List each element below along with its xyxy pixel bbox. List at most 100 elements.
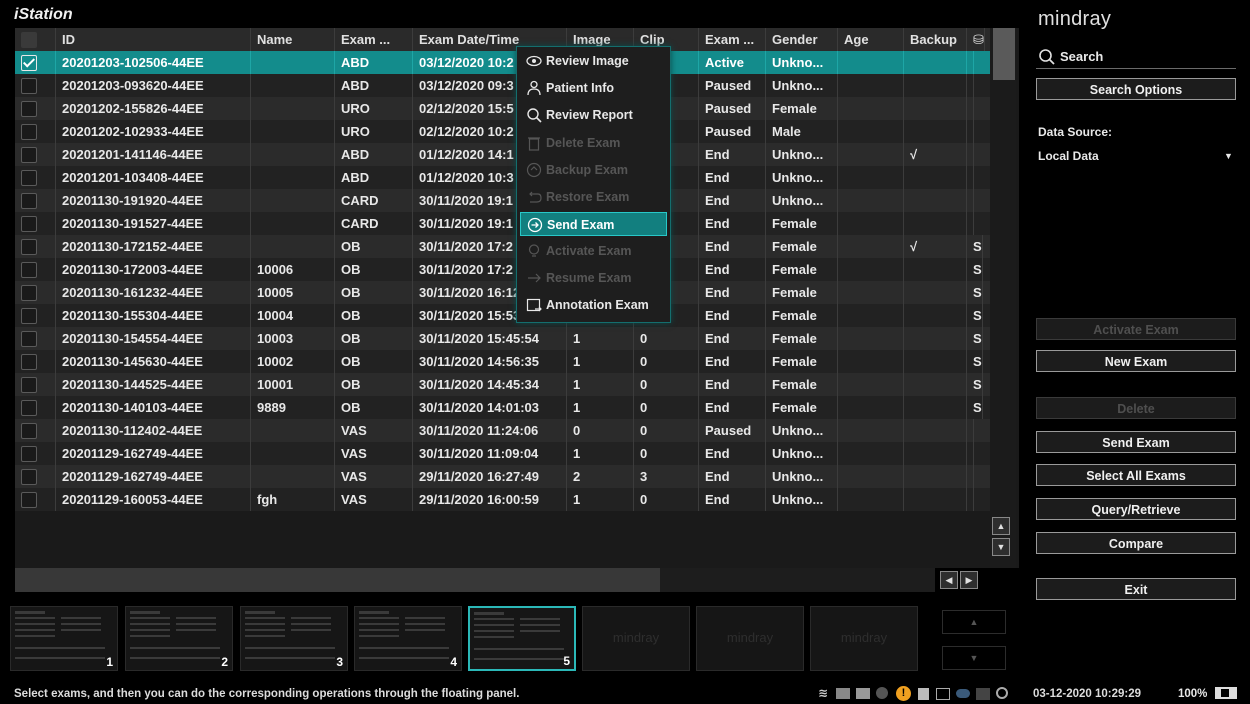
table-row[interactable]: 20201130-112402-44EE VAS 30/11/2020 11:24:… — [15, 419, 990, 442]
row-checkbox[interactable] — [21, 308, 37, 324]
table-row[interactable]: 20201130-172152-44EE OB 30/11/2020 17:2 End… — [15, 235, 990, 258]
menu-item-patient-info[interactable]: Patient Info — [520, 76, 667, 100]
table-row[interactable]: 20201130-140103-44EE 9889 OB 30/11/2020 14:… — [15, 396, 990, 419]
menu-item-delete-exam[interactable]: Delete Exam — [520, 131, 667, 155]
row-checkbox[interactable] — [21, 446, 37, 462]
row-checkbox[interactable] — [21, 377, 37, 393]
exit-button[interactable]: Exit — [1036, 578, 1236, 600]
thumb-page-up-button[interactable]: ▲ — [942, 610, 1006, 634]
battery-level: 100% — [1178, 688, 1208, 700]
row-checkbox[interactable] — [21, 423, 37, 439]
table-row[interactable]: 20201202-102933-44EE URO 02/12/2020 10:2 Pa… — [15, 120, 990, 143]
network-icon — [836, 688, 850, 699]
scroll-down-button[interactable]: ▼ — [992, 538, 1010, 556]
row-checkbox[interactable] — [21, 55, 37, 71]
menu-item-backup-exam[interactable]: Backup Exam — [520, 158, 667, 182]
cell-name — [251, 419, 335, 442]
table-row[interactable]: 20201129-162749-44EE VAS 29/11/2020 16:27:… — [15, 465, 990, 488]
column-header[interactable]: Backup — [904, 28, 967, 51]
cell-extra: S — [967, 327, 983, 350]
person-icon — [527, 80, 541, 96]
row-checkbox[interactable] — [21, 124, 37, 140]
table-row[interactable]: 20201130-191920-44EE CARD 30/11/2020 19:1 E… — [15, 189, 990, 212]
menu-item-activate-exam[interactable]: Activate Exam — [520, 239, 667, 263]
table-row[interactable]: 20201130-191527-44EE CARD 30/11/2020 19:1 E… — [15, 212, 990, 235]
column-header[interactable]: Gender — [766, 28, 838, 51]
row-checkbox[interactable] — [21, 170, 37, 186]
select-all-checkbox[interactable] — [21, 32, 37, 48]
row-checkbox[interactable] — [21, 101, 37, 117]
menu-item-restore-exam[interactable]: Restore Exam — [520, 185, 667, 209]
warning-icon[interactable]: ! — [896, 686, 911, 701]
horizontal-scroll-thumb[interactable] — [15, 568, 660, 592]
image-thumbnail[interactable]: 2 — [125, 606, 233, 671]
select-all-examsbutton[interactable]: Select All Exams — [1036, 464, 1236, 486]
row-checkbox[interactable] — [21, 193, 37, 209]
menu-item-label: Patient Info — [546, 81, 615, 95]
column-header[interactable]: Name — [251, 28, 335, 51]
table-row[interactable]: 20201201-103408-44EE ABD 01/12/2020 10:3 En… — [15, 166, 990, 189]
row-checkbox[interactable] — [21, 400, 37, 416]
table-row[interactable]: 20201130-144525-44EE 10001 OB 30/11/2020 14… — [15, 373, 990, 396]
menu-item-review-report[interactable]: Review Report — [520, 103, 667, 127]
image-thumbnail[interactable]: 4 — [354, 606, 462, 671]
scroll-left-button[interactable]: ◀ — [940, 571, 958, 589]
table-row[interactable]: 20201203-093620-44EE ABD 03/12/2020 09:3 Pa… — [15, 74, 990, 97]
empty-thumbnail-slot: mindray — [582, 606, 690, 671]
vertical-scroll-thumb[interactable] — [993, 28, 1015, 80]
column-header[interactable]: ID — [56, 28, 251, 51]
cell-id: 20201202-155826-44EE — [56, 97, 251, 120]
search-box[interactable]: Search — [1036, 44, 1236, 70]
query-retrievebutton[interactable]: Query/Retrieve — [1036, 498, 1236, 520]
data-source-select[interactable]: Local Data ▼ — [1036, 146, 1236, 168]
table-row[interactable]: 20201201-141146-44EE ABD 01/12/2020 14:1 En… — [15, 143, 990, 166]
cell-status: Paused — [699, 419, 766, 442]
row-checkbox[interactable] — [21, 262, 37, 278]
table-row[interactable]: 20201129-160053-44EE fgh VAS 29/11/2020 16:… — [15, 488, 990, 511]
table-row[interactable]: 20201203-102506-44EE ABD 03/12/2020 10:2 Ac… — [15, 51, 990, 74]
cell-status: Paused — [699, 120, 766, 143]
deletebutton[interactable]: Delete — [1036, 397, 1236, 419]
row-checkbox[interactable] — [21, 492, 37, 508]
row-checkbox[interactable] — [21, 78, 37, 94]
table-row[interactable]: 20201202-155826-44EE URO 02/12/2020 15:5 Pa… — [15, 97, 990, 120]
menu-item-annotation-exam[interactable]: Annotation Exam — [520, 293, 667, 317]
table-row[interactable]: 20201130-145630-44EE 10002 OB 30/11/2020 14… — [15, 350, 990, 373]
table-row[interactable]: 20201130-161232-44EE 10005 OB 30/11/2020 16… — [15, 281, 990, 304]
search-options-button[interactable]: Search Options — [1036, 78, 1236, 100]
column-header[interactable]: ⛁ — [967, 28, 985, 51]
row-checkbox[interactable] — [21, 147, 37, 163]
comparebutton[interactable]: Compare — [1036, 532, 1236, 554]
row-checkbox[interactable] — [21, 285, 37, 301]
image-thumbnail[interactable]: 1 — [10, 606, 118, 671]
cell-id: 20201129-162749-44EE — [56, 442, 251, 465]
table-row[interactable]: 20201130-172003-44EE 10006 OB 30/11/2020 17… — [15, 258, 990, 281]
row-checkbox[interactable] — [21, 239, 37, 255]
menu-item-review-image[interactable]: Review Image — [520, 49, 667, 73]
column-header[interactable]: Exam ... — [699, 28, 766, 51]
image-thumbnail[interactable]: 3 — [240, 606, 348, 671]
column-header[interactable]: Exam ... — [335, 28, 413, 51]
row-checkbox[interactable] — [21, 354, 37, 370]
image-thumbnail[interactable]: 5 — [468, 606, 576, 671]
table-row[interactable]: 20201130-154554-44EE 10003 OB 30/11/2020 15… — [15, 327, 990, 350]
table-row[interactable]: 20201130-155304-44EE 10004 OB 30/11/2020 15… — [15, 304, 990, 327]
scroll-right-button[interactable]: ▶ — [960, 571, 978, 589]
column-header[interactable]: Age — [838, 28, 904, 51]
cell-status: Paused — [699, 97, 766, 120]
row-checkbox[interactable] — [21, 469, 37, 485]
activate-exambutton[interactable]: Activate Exam — [1036, 318, 1236, 340]
send-exambutton[interactable]: Send Exam — [1036, 431, 1236, 453]
cell-id: 20201130-145630-44EE — [56, 350, 251, 373]
vertical-scrollbar[interactable] — [990, 28, 1016, 568]
cell-id: 20201129-162749-44EE — [56, 465, 251, 488]
menu-item-send-exam[interactable]: Send Exam — [520, 212, 667, 236]
new-exambutton[interactable]: New Exam — [1036, 350, 1236, 372]
thumb-page-down-button[interactable]: ▼ — [942, 646, 1006, 670]
data-source-label: Data Source: — [1038, 125, 1113, 139]
row-checkbox[interactable] — [21, 216, 37, 232]
table-row[interactable]: 20201129-162749-44EE VAS 30/11/2020 11:09:… — [15, 442, 990, 465]
menu-item-resume-exam[interactable]: Resume Exam — [520, 266, 667, 290]
scroll-up-button[interactable]: ▲ — [992, 517, 1010, 535]
row-checkbox[interactable] — [21, 331, 37, 347]
